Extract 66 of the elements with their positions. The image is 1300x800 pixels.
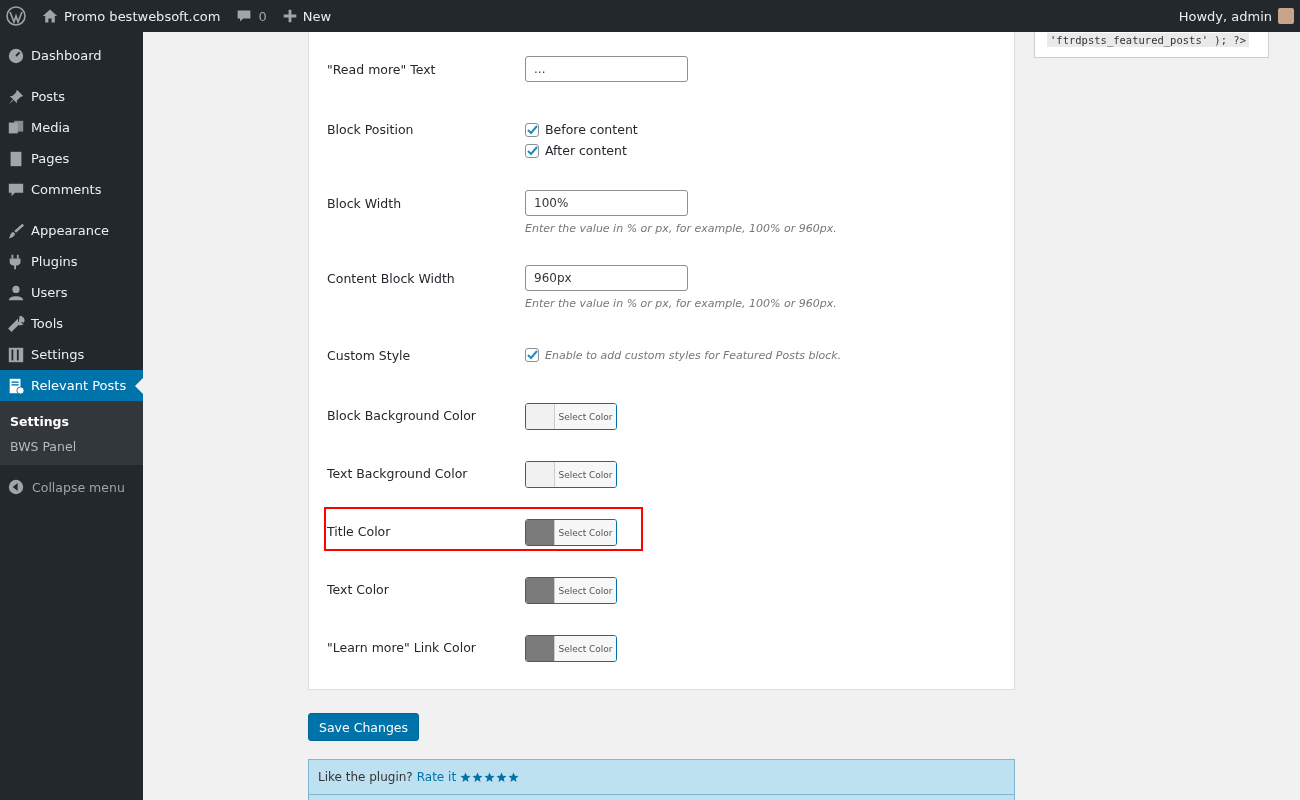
setting-label: Block Background Color <box>327 407 477 423</box>
checkbox-label: Enable to add custom styles for Featured Posts block. <box>545 348 842 362</box>
star-rating[interactable] <box>460 771 520 783</box>
text-field[interactable]: 960px <box>525 265 688 291</box>
user-icon <box>7 283 25 302</box>
paintbrush-icon <box>7 221 25 240</box>
wrench-icon <box>7 314 25 333</box>
field-description: Enter the value in % or px, for example, 100% or 960px. <box>525 297 838 310</box>
collapse-menu-button[interactable]: Collapse menu <box>0 473 143 501</box>
setting-label: "Learn more" Link Color <box>327 639 477 655</box>
sidebar-item[interactable]: Appearance <box>0 215 143 246</box>
sidebar-item[interactable]: Media <box>0 112 143 143</box>
sidebar-item[interactable]: Users <box>0 277 143 308</box>
color-picker[interactable]: Select Color <box>525 461 617 488</box>
setting-label: Title Color <box>327 523 392 539</box>
setting-label: Block Position <box>327 122 415 137</box>
star-icon <box>472 771 484 783</box>
setting-label: Custom Style <box>327 348 412 363</box>
rate-link[interactable]: Rate it <box>416 770 457 784</box>
color-picker[interactable]: Select Color <box>525 635 617 662</box>
sidebar-item[interactable]: Relevant Posts <box>0 370 143 401</box>
account-menu[interactable]: Howdy, admin <box>1178 8 1294 24</box>
checkbox[interactable] <box>525 348 539 362</box>
setting-label: "Read more" Text <box>327 61 437 77</box>
checkbox-label: Before content <box>545 122 638 137</box>
text-field[interactable]: ... <box>525 56 688 82</box>
checkbox[interactable] <box>525 143 539 158</box>
setting-label: Text Color <box>327 581 390 597</box>
field-description: Enter the value in % or px, for example, 100% or 960px. <box>525 222 838 235</box>
site-link[interactable]: Promo bestwebsoft.com <box>42 8 221 24</box>
color-picker[interactable]: Select Color <box>525 519 617 546</box>
comments-link[interactable]: 0 <box>236 8 267 24</box>
dashboard-icon <box>7 46 25 65</box>
setting-label: Content Block Width <box>327 270 456 286</box>
sidebar-item[interactable]: Plugins <box>0 246 143 277</box>
color-picker[interactable]: Select Color <box>525 403 617 430</box>
star-icon <box>460 771 472 783</box>
avatar-icon <box>1278 8 1294 24</box>
document-icon <box>7 376 25 395</box>
sidebar-item[interactable]: Settings <box>0 339 143 370</box>
setting-label: Block Width <box>327 195 403 211</box>
color-picker[interactable]: Select Color <box>525 577 617 604</box>
sidebar-item[interactable]: Pages <box>0 143 143 174</box>
plus-icon <box>282 9 297 23</box>
save-changes-button[interactable]: Save Changes <box>308 713 420 741</box>
checkbox-label: After content <box>545 143 627 158</box>
pushpin-icon <box>7 87 25 106</box>
notice-text: Like the plugin? <box>318 770 413 784</box>
submenu-item[interactable]: Settings <box>0 409 143 434</box>
checkbox[interactable] <box>525 122 539 137</box>
code-snippet: 'ftrdpsts_featured_posts' ); ?> <box>1047 33 1249 47</box>
star-icon <box>484 771 496 783</box>
wordpress-logo-icon[interactable] <box>6 6 26 26</box>
submenu-item[interactable]: BWS Panel <box>0 434 143 459</box>
new-link[interactable]: New <box>282 8 332 24</box>
setting-label: Text Background Color <box>327 465 469 481</box>
star-icon <box>496 771 508 783</box>
text-field[interactable]: 100% <box>525 190 688 216</box>
home-icon <box>42 8 58 24</box>
sidebar-item[interactable]: Dashboard <box>0 40 143 71</box>
sliders-icon <box>7 345 25 364</box>
speech-bubble-icon <box>236 8 253 24</box>
sidebar-item[interactable]: Tools <box>0 308 143 339</box>
sidebar-item[interactable]: Posts <box>0 81 143 112</box>
sidebar-item[interactable]: Comments <box>0 174 143 205</box>
star-icon <box>508 771 520 783</box>
